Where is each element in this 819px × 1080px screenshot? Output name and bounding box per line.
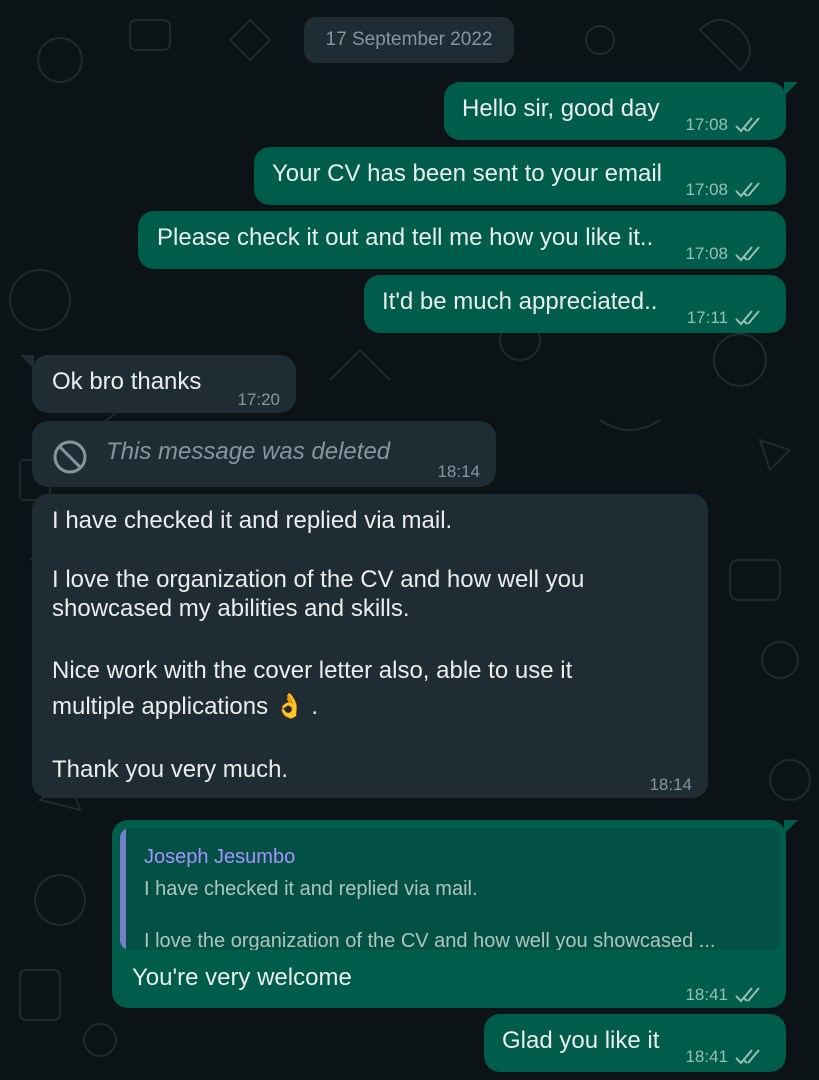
outgoing-message[interactable]: Please check it out and tell me how you …: [138, 211, 786, 269]
date-label: 17 September 2022: [325, 29, 493, 50]
message-text: You're very welcome: [132, 964, 352, 991]
message-text: Glad you like it: [502, 1027, 660, 1054]
quoted-message[interactable]: Joseph Jesumbo I have checked it and rep…: [120, 828, 780, 950]
message-time: 18:41: [685, 985, 728, 1004]
double-check-icon: [735, 987, 760, 1003]
quote-author: Joseph Jesumbo: [144, 846, 296, 868]
quote-text: I have checked it and replied via mail.: [144, 878, 478, 900]
message-paragraph: I have checked it and replied via mail.: [52, 507, 453, 534]
message-meta: 18:14: [649, 770, 692, 800]
message-time: 17:08: [685, 115, 728, 134]
message-time: 17:11: [686, 308, 728, 327]
double-check-icon: [735, 310, 760, 326]
double-check-icon: [735, 1049, 760, 1065]
incoming-message[interactable]: I have checked it and replied via mail. …: [32, 494, 708, 798]
message-text: It'd be much appreciated..: [382, 288, 658, 315]
quote-text: I love the organization of the CV and ho…: [144, 930, 716, 950]
message-time: 17:08: [685, 244, 728, 263]
outgoing-message[interactable]: Glad you like it 18:41: [484, 1014, 786, 1072]
message-meta: 18:41: [685, 1042, 768, 1072]
double-check-icon: [735, 246, 760, 262]
deleted-message[interactable]: This message was deleted 18:14: [32, 421, 496, 487]
message-time: 18:41: [685, 1047, 728, 1066]
message-meta: 18:14: [437, 457, 480, 487]
outgoing-message[interactable]: Hello sir, good day 17:08: [444, 82, 798, 140]
double-check-icon: [735, 117, 760, 133]
outgoing-message[interactable]: It'd be much appreciated.. 17:11: [364, 275, 786, 333]
message-paragraph: Thank you very much.: [52, 756, 289, 783]
message-time: 17:08: [685, 180, 728, 199]
message-time: 18:14: [649, 775, 692, 794]
message-meta: 17:20: [237, 385, 280, 415]
message-paragraph: I love the organization of the CV and ho…: [52, 566, 585, 622]
incoming-message[interactable]: Ok bro thanks 17:20: [20, 355, 296, 415]
prohibited-icon: [53, 440, 87, 474]
message-paragraph: Nice work with the cover letter also, ab…: [52, 657, 573, 720]
deleted-text: This message was deleted: [106, 438, 391, 465]
message-meta: 18:41: [685, 980, 768, 1010]
message-meta: 17:08: [685, 175, 768, 205]
message-meta: 17:08: [685, 239, 768, 269]
double-check-icon: [735, 182, 760, 198]
outgoing-reply-message[interactable]: Joseph Jesumbo I have checked it and rep…: [112, 820, 798, 1010]
quote-accent-bar: [120, 828, 126, 950]
outgoing-message[interactable]: Your CV has been sent to your email 17:0…: [254, 147, 786, 205]
message-time: 17:20: [237, 390, 280, 409]
message-time: 18:14: [437, 462, 480, 481]
message-body: I have checked it and replied via mail. …: [52, 506, 692, 784]
message-meta: 17:11: [687, 303, 768, 333]
message-text: Hello sir, good day: [462, 95, 660, 122]
message-text: Your CV has been sent to your email: [272, 160, 663, 187]
date-separator: 17 September 2022: [304, 17, 514, 63]
message-text: Ok bro thanks: [52, 368, 202, 395]
message-text: Please check it out and tell me how you …: [157, 224, 654, 251]
message-meta: 17:08: [685, 110, 768, 140]
